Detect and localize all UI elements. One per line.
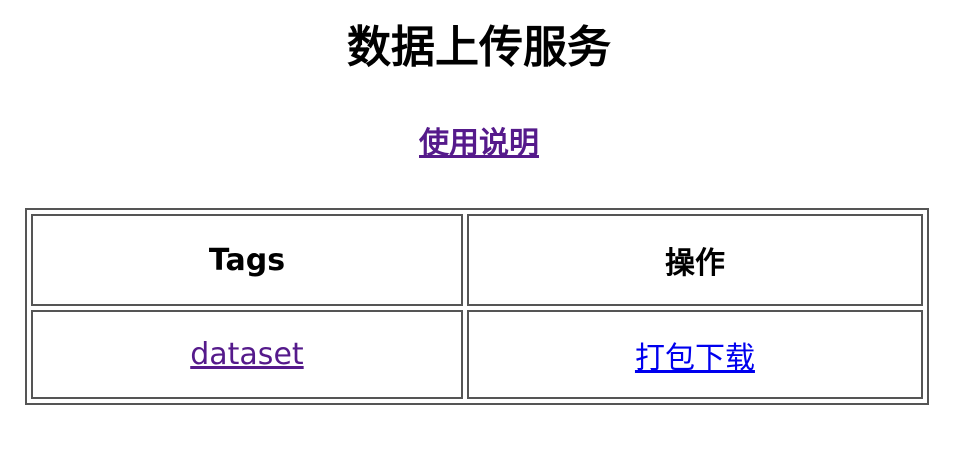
table-body: dataset 打包下载 (31, 310, 923, 399)
tag-link-dataset[interactable]: dataset (190, 337, 303, 372)
tag-cell: dataset (31, 310, 463, 399)
table-header: Tags 操作 (31, 214, 923, 306)
table-row: dataset 打包下载 (31, 310, 923, 399)
action-cell: 打包下载 (466, 310, 923, 399)
tags-table: Tags 操作 dataset 打包下载 (25, 208, 929, 405)
column-header-actions: 操作 (466, 214, 923, 306)
column-header-tags: Tags (31, 214, 463, 306)
header-row: Tags 操作 (31, 214, 923, 306)
instructions-link[interactable]: 使用说明 (419, 126, 539, 161)
page-title: 数据上传服务 (347, 22, 611, 73)
download-package-link[interactable]: 打包下载 (635, 341, 755, 376)
instructions-paragraph: 使用说明 (0, 122, 958, 166)
